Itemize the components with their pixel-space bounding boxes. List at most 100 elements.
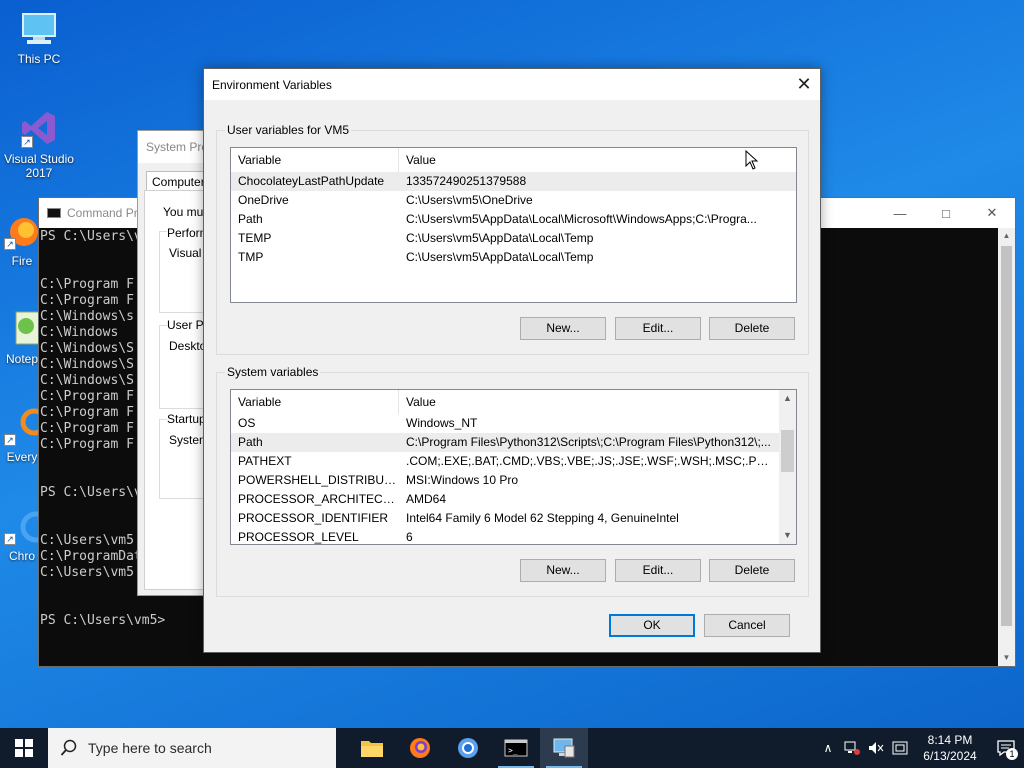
cancel-button[interactable]: Cancel	[704, 614, 790, 637]
ok-button[interactable]: OK	[609, 614, 695, 637]
variable-value-cell: MSI:Windows 10 Pro	[406, 473, 519, 487]
search-placeholder: Type here to search	[88, 740, 212, 756]
user-edit-button[interactable]: Edit...	[615, 317, 701, 340]
environment-variables-dialog[interactable]: Environment Variables ✕ User variables f…	[203, 68, 821, 653]
user-delete-button[interactable]: Delete	[709, 317, 795, 340]
taskbar-clock[interactable]: 8:14 PM 6/13/2024	[912, 732, 988, 764]
desktop-icon-label: Notep	[5, 352, 39, 366]
variable-name-cell: PATHEXT	[238, 454, 292, 468]
desktop-icon-label: Fire	[11, 254, 33, 268]
desktop-icon-firefox[interactable]: ↗ Fire	[2, 210, 42, 268]
volume-muted-icon[interactable]	[864, 728, 888, 768]
scrollbar-thumb[interactable]	[781, 430, 794, 472]
list-header: Variable Value	[231, 148, 796, 172]
table-row[interactable]: Path C:\Users\vm5\AppData\Local\Microsoft…	[231, 210, 796, 229]
dialog-titlebar[interactable]: Environment Variables ✕	[204, 69, 820, 100]
action-center-button[interactable]: 1	[988, 728, 1024, 768]
variable-value-cell: 6	[406, 530, 413, 544]
start-button[interactable]	[0, 728, 48, 768]
notification-count-badge: 1	[1006, 748, 1018, 760]
system-edit-button[interactable]: Edit...	[615, 559, 701, 582]
user-profiles-label: User Pr	[167, 318, 208, 332]
user-variables-group: User variables for VM5 Variable Value Ch…	[216, 123, 809, 355]
scroll-down-icon[interactable]: ▼	[998, 650, 1015, 666]
column-header-variable[interactable]: Variable	[231, 390, 399, 414]
notepad-icon	[2, 308, 42, 348]
desktop-icon-notepad[interactable]: Notep	[2, 308, 42, 366]
minimize-button[interactable]: —	[877, 198, 923, 228]
list-header: Variable Value	[231, 390, 796, 414]
system-variables-list[interactable]: Variable Value OS Windows_NT Path C:\Progra…	[230, 389, 797, 545]
svg-text:>_: >_	[508, 746, 518, 755]
variable-name-cell: Path	[238, 435, 263, 449]
system-new-button[interactable]: New...	[520, 559, 606, 582]
console-icon	[47, 208, 61, 218]
table-row[interactable]: PATHEXT .COM;.EXE;.BAT;.CMD;.VBS;.VBE;.JS…	[231, 452, 796, 471]
variable-value-cell: AMD64	[406, 492, 447, 506]
desktop-icon-everything[interactable]: ↗ Every	[2, 406, 42, 464]
firefox-icon: ↗	[2, 210, 42, 250]
shortcut-arrow-icon: ↗	[4, 533, 16, 545]
column-header-value[interactable]: Value	[399, 148, 436, 172]
close-button[interactable]: ✕	[969, 198, 1015, 228]
terminal-icon: >_	[504, 739, 528, 757]
scroll-up-icon[interactable]: ▲	[998, 228, 1015, 244]
scrollbar-thumb[interactable]	[1001, 246, 1012, 626]
system-variables-label: System variables	[225, 365, 321, 379]
variable-value-cell: .COM;.EXE;.BAT;.CMD;.VBS;.VBE;.JS;.JSE;.…	[406, 454, 774, 468]
windows-logo-icon	[15, 739, 33, 757]
show-hidden-icons-chevron-icon[interactable]: ∧	[816, 728, 840, 768]
shortcut-arrow-icon: ↗	[21, 136, 33, 148]
table-row[interactable]: Path C:\Program Files\Python312\Scripts\;…	[231, 433, 796, 452]
table-row[interactable]: PROCESSOR_IDENTIFIER Intel64 Family 6 Mod…	[231, 509, 796, 528]
desktop-icon-visual-studio[interactable]: ↗ Visual Studio 2017	[2, 108, 76, 180]
maximize-button[interactable]: □	[923, 198, 969, 228]
user-new-button[interactable]: New...	[520, 317, 606, 340]
user-variables-list[interactable]: Variable Value ChocolateyLastPathUpdate 1…	[230, 147, 797, 303]
variable-name-cell: ChocolateyLastPathUpdate	[238, 174, 385, 188]
dialog-title: Environment Variables	[212, 77, 332, 92]
variable-name-cell: POWERSHELL_DISTRIBUTIO...	[238, 473, 399, 487]
taskbar-system-properties[interactable]	[540, 728, 588, 768]
taskbar-search-box[interactable]: Type here to search	[48, 728, 336, 768]
system-list-scrollbar[interactable]: ▲ ▼	[779, 390, 796, 544]
variable-name-cell: OS	[238, 416, 256, 430]
search-icon	[60, 739, 77, 756]
variable-value-cell: C:\Users\vm5\OneDrive	[406, 193, 533, 207]
variable-value-cell: C:\Users\vm5\AppData\Local\Temp	[406, 231, 594, 245]
table-row[interactable]: PROCESSOR_LEVEL 6	[231, 528, 796, 544]
terminal-scrollbar[interactable]: ▲ ▼	[998, 228, 1015, 666]
shortcut-arrow-icon: ↗	[4, 434, 16, 446]
table-row[interactable]: PROCESSOR_ARCHITECTURE AMD64	[231, 490, 796, 509]
chrome-icon: ↗	[2, 505, 42, 545]
column-header-variable[interactable]: Variable	[231, 148, 399, 172]
column-header-value[interactable]: Value	[399, 390, 436, 414]
taskbar-command-prompt[interactable]: >_	[492, 728, 540, 768]
table-row[interactable]: TEMP C:\Users\vm5\AppData\Local\Temp	[231, 229, 796, 248]
table-row[interactable]: OneDrive C:\Users\vm5\OneDrive	[231, 191, 796, 210]
desktop-icon-chrome[interactable]: ↗ Chro	[2, 505, 42, 563]
desktop-icon-this-pc[interactable]: This PC	[2, 8, 76, 66]
clock-date: 6/13/2024	[923, 749, 977, 763]
scroll-up-icon[interactable]: ▲	[779, 390, 796, 407]
taskbar-chrome[interactable]	[444, 728, 492, 768]
taskbar-file-explorer[interactable]	[348, 728, 396, 768]
taskbar-firefox[interactable]	[396, 728, 444, 768]
variable-name-cell: PROCESSOR_IDENTIFIER	[238, 511, 389, 525]
table-row[interactable]: OS Windows_NT	[231, 414, 796, 433]
variable-name-cell: TMP	[238, 250, 264, 264]
table-row[interactable]: TMP C:\Users\vm5\AppData\Local\Temp	[231, 248, 796, 267]
chrome-icon	[458, 738, 478, 758]
table-row[interactable]: ChocolateyLastPathUpdate 1335724902513795…	[231, 172, 796, 191]
table-row[interactable]: POWERSHELL_DISTRIBUTIO... MSI:Windows 10 …	[231, 471, 796, 490]
input-indicator-icon[interactable]	[888, 728, 912, 768]
system-variables-group: System variables Variable Value OS Window…	[216, 365, 809, 597]
variable-name-cell: OneDrive	[238, 193, 289, 207]
scroll-down-icon[interactable]: ▼	[779, 527, 796, 544]
network-icon[interactable]	[840, 728, 864, 768]
system-delete-button[interactable]: Delete	[709, 559, 795, 582]
close-icon[interactable]: ✕	[788, 69, 820, 100]
shortcut-arrow-icon: ↗	[4, 238, 16, 250]
variable-value-cell: C:\Users\vm5\AppData\Local\Microsoft\Win…	[406, 212, 757, 226]
variable-value-cell: C:\Users\vm5\AppData\Local\Temp	[406, 250, 594, 264]
